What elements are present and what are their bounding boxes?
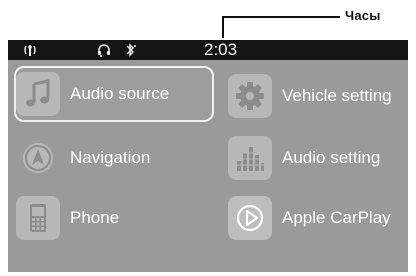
menu-item-audio-source[interactable]: Audio source	[14, 66, 214, 122]
status-bar: 2:03	[8, 40, 408, 60]
menu-item-audio-setting[interactable]: Audio setting	[228, 130, 408, 186]
menu-label-vehicle-setting: Vehicle setting	[282, 86, 392, 105]
phone-signal-icon	[22, 42, 38, 58]
menu-item-phone[interactable]: Phone	[16, 190, 216, 246]
menu-label-phone: Phone	[70, 208, 120, 227]
menu-label-audio-source: Audio source	[70, 84, 170, 103]
gear-icon	[236, 82, 264, 110]
carplay-icon	[236, 204, 264, 232]
vehicle-setting-tile	[228, 74, 272, 118]
apple-carplay-tile	[228, 196, 272, 240]
callout-leader-horizontal	[222, 16, 340, 18]
audio-source-tile	[16, 72, 60, 116]
menu-item-vehicle-setting[interactable]: Vehicle setting	[228, 68, 408, 124]
headset-icon	[96, 42, 112, 58]
menu-item-apple-carplay[interactable]: Apple CarPlay	[228, 190, 408, 246]
bluetooth-icon	[122, 42, 138, 58]
callout-leader-vertical	[222, 16, 224, 38]
navigation-tile	[16, 136, 60, 180]
navigation-arrow-icon	[23, 143, 53, 173]
equalizer-icon	[236, 147, 264, 171]
menu-item-navigation[interactable]: Navigation	[16, 130, 216, 186]
audio-setting-tile	[228, 136, 272, 180]
menu-label-audio-setting: Audio setting	[282, 148, 381, 167]
clock-callout-label: Часы	[345, 8, 381, 23]
music-note-icon	[26, 79, 50, 107]
head-unit-screen: 2:03 Audio source Vehicle setting Naviga…	[8, 40, 408, 272]
clock: 2:03	[204, 40, 238, 59]
menu-label-navigation: Navigation	[70, 148, 151, 167]
menu-label-apple-carplay: Apple CarPlay	[282, 208, 391, 227]
phone-tile	[16, 196, 60, 240]
phone-icon	[30, 204, 46, 232]
